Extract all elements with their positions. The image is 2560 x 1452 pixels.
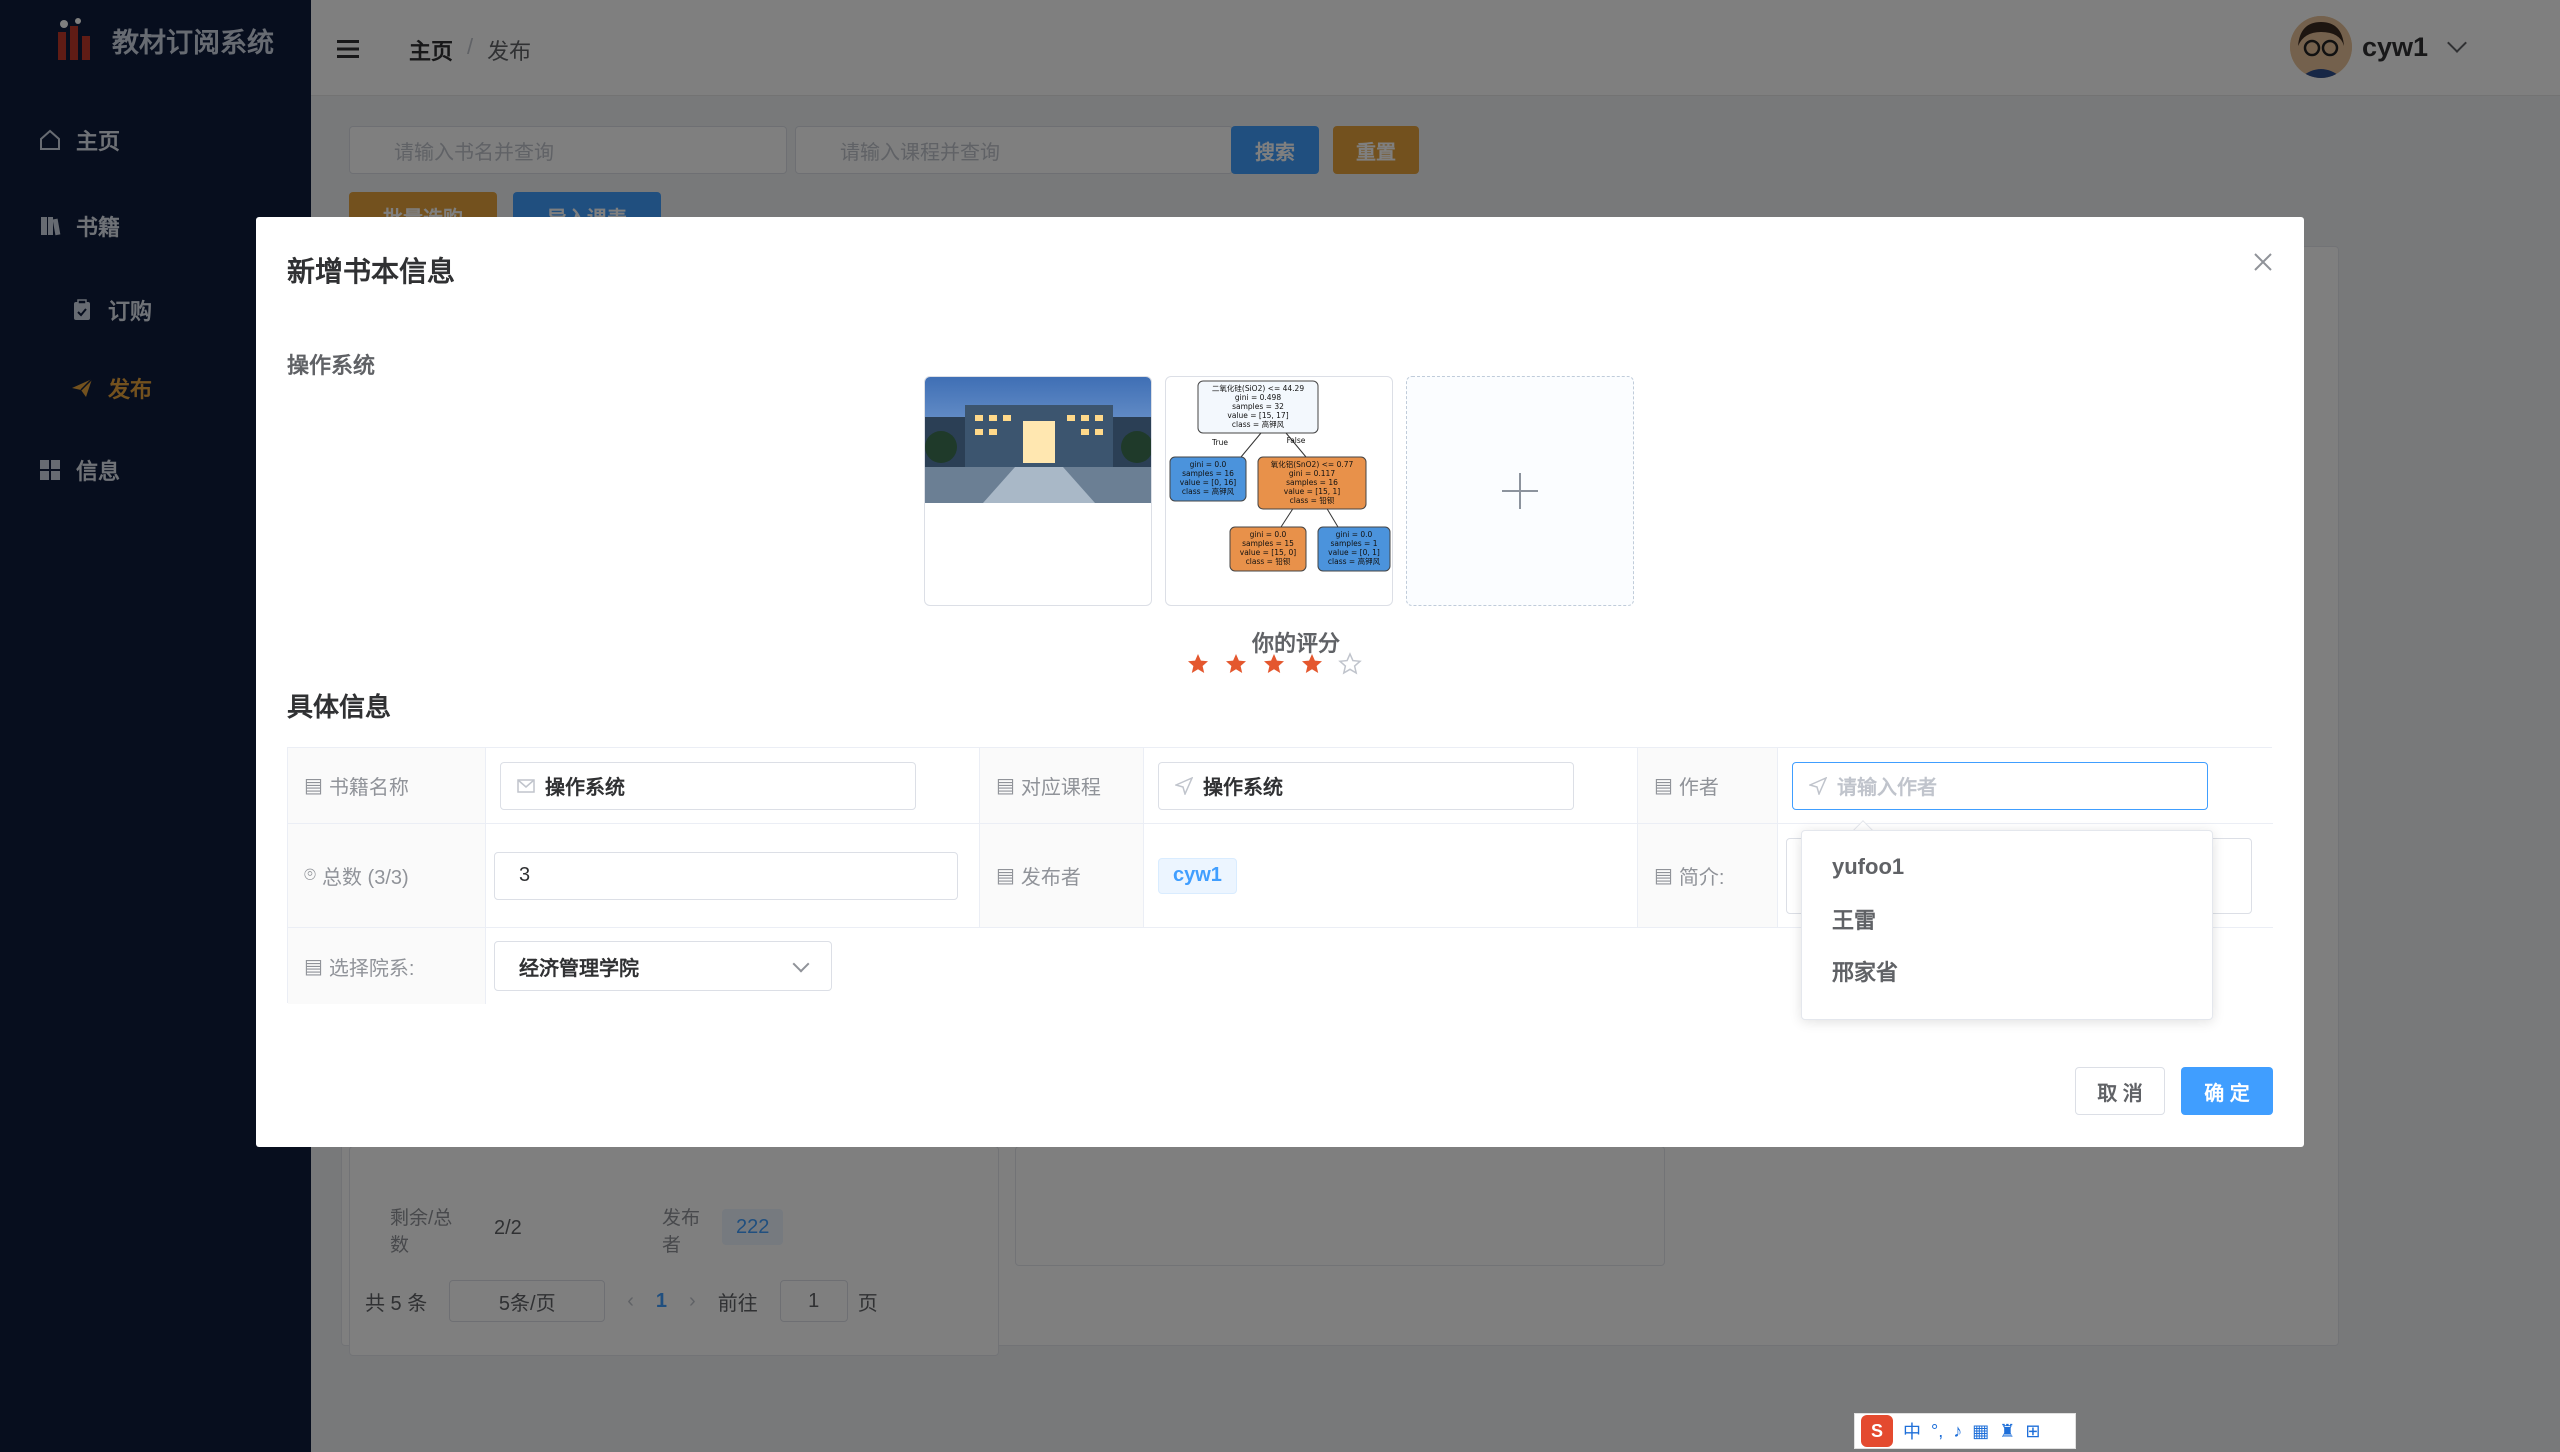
dept-label: ▤ 选择院系: (288, 928, 486, 1004)
location-arrow-icon (1175, 776, 1193, 795)
publisher-tag: cyw1 (1158, 857, 1237, 894)
tree-right-line-5: class = 铅钡 (1290, 495, 1335, 505)
book-name-label: ▤ 书籍名称 (288, 748, 486, 824)
course-value: 操作系统 (1203, 777, 1283, 799)
tree-right-line-4: value = [15, 1] (1284, 487, 1341, 496)
tree-rr-line-3: value = [0, 1] (1328, 548, 1380, 557)
rating-stars[interactable] (1186, 652, 1362, 676)
star-filled-icon[interactable] (1186, 652, 1210, 676)
document-icon: ▤ (304, 955, 323, 978)
confirm-button[interactable]: 确 定 (2181, 1067, 2273, 1115)
total-label: ⌾ 总数 (3/3) (288, 824, 486, 928)
tree-rl-line-3: value = [15, 0] (1240, 548, 1297, 557)
punctuation-icon[interactable]: °, (1931, 1421, 1943, 1442)
ime-lang[interactable]: 中 (1903, 1418, 1921, 1444)
tree-false-label: False (1287, 436, 1306, 445)
tree-rl-line-1: gini = 0.0 (1250, 530, 1287, 539)
course-label: ▤ 对应课程 (980, 748, 1144, 824)
author-suggestion-list: yufoo1 王雷 邢家省 (1801, 830, 2213, 1020)
author-suggestion-item[interactable]: yufoo1 (1802, 841, 2212, 893)
document-icon: ▤ (304, 775, 323, 797)
total-value: 3 (519, 864, 531, 886)
tree-left-line-4: class = 高钾风 (1182, 486, 1235, 496)
chevron-down-icon (792, 955, 810, 973)
dept-value: 经济管理学院 (519, 957, 639, 980)
toolbox-icon[interactable]: ⊞ (2025, 1421, 2040, 1442)
course-input[interactable]: 操作系统 (1158, 761, 1574, 810)
tree-right-line-3: samples = 16 (1286, 478, 1338, 487)
location-arrow-icon (1809, 776, 1827, 795)
location-pin-icon: ⌾ (304, 864, 316, 886)
total-label-text: 总数 (3/3) (322, 867, 409, 889)
close-icon[interactable] (2252, 251, 2274, 273)
total-input[interactable]: 3 (494, 851, 958, 900)
microphone-icon[interactable]: ♪ (1953, 1421, 1962, 1442)
plus-icon (1502, 473, 1538, 509)
tree-rr-line-1: gini = 0.0 (1336, 530, 1373, 539)
decision-tree-image: 二氧化硅(SiO2) <= 44.29 gini = 0.498 samples… (1169, 380, 1391, 572)
author-cell: 请输入作者 (1778, 748, 2273, 824)
uploaded-image-tree[interactable]: 二氧化硅(SiO2) <= 44.29 gini = 0.498 samples… (1165, 376, 1393, 606)
total-cell: 3 (486, 824, 980, 928)
author-input[interactable]: 请输入作者 (1792, 761, 2208, 810)
book-name-cell: 操作系统 (486, 748, 980, 824)
tree-right-line-2: gini = 0.117 (1289, 469, 1335, 478)
tree-true-label: True (1211, 438, 1228, 447)
book-name-label-text: 书籍名称 (328, 777, 409, 799)
publisher-label-text: 发布者 (1020, 867, 1081, 889)
tree-left-line-2: samples = 16 (1182, 469, 1234, 478)
course-cell: 操作系统 (1144, 748, 1638, 824)
intro-label: ▤ 简介: (1638, 824, 1778, 928)
tree-root-line-2: gini = 0.498 (1235, 393, 1281, 402)
tree-root-line-1: 二氧化硅(SiO2) <= 44.29 (1212, 383, 1304, 393)
tree-rl-line-4: class = 铅钡 (1246, 556, 1291, 566)
star-filled-icon[interactable] (1300, 652, 1324, 676)
tree-root-line-3: samples = 32 (1232, 402, 1284, 411)
intro-label-text: 简介: (1678, 867, 1725, 889)
dept-label-text: 选择院系: (328, 957, 415, 980)
dialog-title: 新增书本信息 (287, 256, 456, 287)
building-photo (925, 377, 1151, 503)
tree-right-line-1: 氧化铝(SnO2) <= 0.77 (1271, 459, 1354, 469)
author-suggestion-item[interactable]: 王雷 (1802, 893, 2212, 945)
tree-rr-line-4: class = 高钾风 (1328, 556, 1381, 566)
tree-root-line-4: value = [15, 17] (1227, 411, 1288, 420)
tree-rl-line-2: samples = 15 (1242, 539, 1294, 548)
uploaded-image-building[interactable] (924, 376, 1152, 606)
document-icon: ▤ (996, 775, 1015, 797)
publisher-label: ▤ 发布者 (980, 824, 1144, 928)
message-icon (517, 778, 535, 793)
document-icon: ▤ (1654, 775, 1673, 797)
tree-rr-line-2: samples = 1 (1331, 539, 1378, 548)
sogou-logo-icon: S (1861, 1415, 1893, 1447)
course-label-text: 对应课程 (1020, 777, 1101, 799)
author-label: ▤ 作者 (1638, 748, 1778, 824)
publisher-cell: cyw1 (1144, 824, 1638, 928)
star-filled-icon[interactable] (1224, 652, 1248, 676)
book-name-value: 操作系统 (545, 777, 625, 799)
document-icon: ▤ (996, 865, 1015, 887)
dept-select[interactable]: 经济管理学院 (494, 941, 832, 991)
skin-icon[interactable]: ♜ (1999, 1421, 2015, 1442)
document-icon: ▤ (1654, 865, 1673, 887)
author-placeholder: 请输入作者 (1837, 777, 1937, 799)
tree-left-line-3: value = [0, 16] (1180, 478, 1237, 487)
star-filled-icon[interactable] (1262, 652, 1286, 676)
book-name-input[interactable]: 操作系统 (500, 761, 916, 810)
tree-left-line-1: gini = 0.0 (1190, 460, 1227, 469)
book-title-heading: 操作系统 (287, 353, 376, 378)
author-label-text: 作者 (1678, 777, 1719, 799)
image-upload-button[interactable] (1406, 376, 1634, 606)
details-section-title: 具体信息 (287, 692, 392, 722)
keyboard-icon[interactable]: ▦ (1972, 1421, 1989, 1442)
star-empty-icon[interactable] (1338, 652, 1362, 676)
author-suggestion-item[interactable]: 邢家省 (1802, 945, 2212, 997)
tree-root-line-5: class = 高钾风 (1232, 419, 1285, 429)
ime-toolbar[interactable]: S 中 °, ♪ ▦ ♜ ⊞ (1854, 1413, 2076, 1449)
cancel-button[interactable]: 取 消 (2075, 1067, 2165, 1115)
